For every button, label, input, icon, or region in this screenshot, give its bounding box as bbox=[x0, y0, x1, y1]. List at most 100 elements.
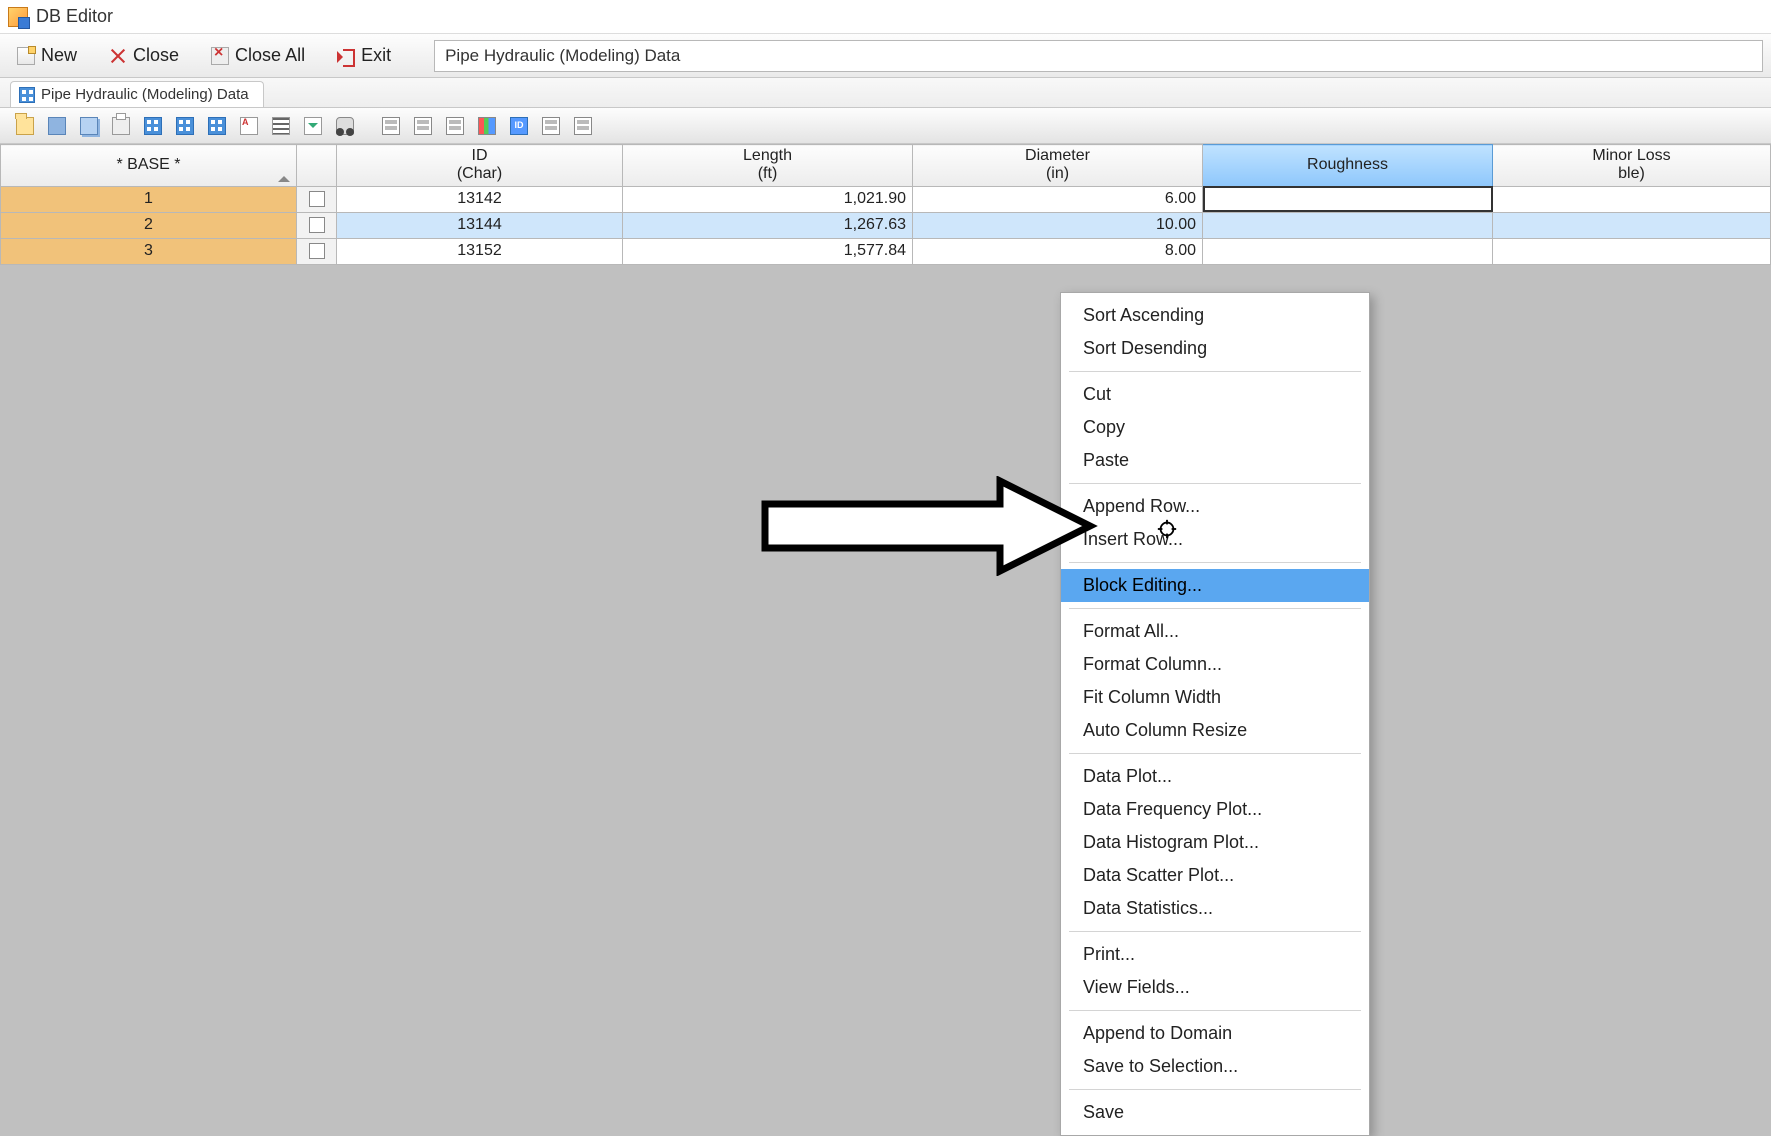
open-button[interactable] bbox=[12, 113, 38, 139]
sort-indicator-icon bbox=[278, 170, 290, 182]
cm-paste[interactable]: Paste bbox=[1061, 444, 1369, 477]
binoculars-icon bbox=[336, 117, 354, 135]
cell-minor-loss[interactable] bbox=[1493, 186, 1771, 212]
cell-diameter[interactable]: 6.00 bbox=[913, 186, 1203, 212]
cm-format-column[interactable]: Format Column... bbox=[1061, 648, 1369, 681]
table-button-5[interactable] bbox=[570, 113, 596, 139]
table-button-2[interactable] bbox=[410, 113, 436, 139]
col-header-diameter[interactable]: Diameter (in) bbox=[913, 145, 1203, 187]
cell-diameter[interactable]: 8.00 bbox=[913, 238, 1203, 264]
tab-strip: Pipe Hydraulic (Modeling) Data bbox=[0, 78, 1771, 108]
row-number[interactable]: 1 bbox=[1, 186, 297, 212]
cell-roughness[interactable] bbox=[1203, 212, 1493, 238]
down-arrow-icon bbox=[304, 117, 322, 135]
row-checkbox-cell[interactable] bbox=[297, 186, 337, 212]
new-button[interactable]: New bbox=[8, 40, 86, 71]
import-button[interactable] bbox=[300, 113, 326, 139]
cell-id[interactable]: 13144 bbox=[337, 212, 623, 238]
cm-data-plot[interactable]: Data Plot... bbox=[1061, 760, 1369, 793]
id-button[interactable] bbox=[506, 113, 532, 139]
cm-copy[interactable]: Copy bbox=[1061, 411, 1369, 444]
grid-button-1[interactable] bbox=[140, 113, 166, 139]
context-menu: Sort Ascending Sort Desending Cut Copy P… bbox=[1060, 292, 1370, 1136]
close-button[interactable]: Close bbox=[100, 40, 188, 71]
checkbox-header[interactable] bbox=[297, 145, 337, 187]
col-header-id[interactable]: ID (Char) bbox=[337, 145, 623, 187]
cm-separator bbox=[1069, 931, 1361, 932]
row-checkbox-cell[interactable] bbox=[297, 238, 337, 264]
exit-button[interactable]: Exit bbox=[328, 40, 400, 71]
checkbox-icon[interactable] bbox=[309, 243, 325, 259]
row-checkbox-cell[interactable] bbox=[297, 212, 337, 238]
cm-append-to-domain[interactable]: Append to Domain bbox=[1061, 1017, 1369, 1050]
cell-id[interactable]: 13142 bbox=[337, 186, 623, 212]
table-icon bbox=[382, 117, 400, 135]
table-button-1[interactable] bbox=[378, 113, 404, 139]
table-icon bbox=[414, 117, 432, 135]
checkbox-icon[interactable] bbox=[309, 191, 325, 207]
sort-az-icon bbox=[240, 117, 258, 135]
cm-separator bbox=[1069, 562, 1361, 563]
save-icon bbox=[48, 117, 66, 135]
cm-data-statistics[interactable]: Data Statistics... bbox=[1061, 892, 1369, 925]
cell-roughness-editing[interactable] bbox=[1203, 186, 1493, 212]
table-button-3[interactable] bbox=[442, 113, 468, 139]
cell-length[interactable]: 1,577.84 bbox=[623, 238, 913, 264]
annotation-arrow-icon bbox=[760, 476, 1100, 576]
cell-id[interactable]: 13152 bbox=[337, 238, 623, 264]
grid-button-3[interactable] bbox=[204, 113, 230, 139]
cm-auto-column-resize[interactable]: Auto Column Resize bbox=[1061, 714, 1369, 747]
col-header-roughness[interactable]: Roughness bbox=[1203, 145, 1493, 187]
cm-insert-row[interactable]: Insert Row... bbox=[1061, 523, 1369, 556]
cm-fit-column-width[interactable]: Fit Column Width bbox=[1061, 681, 1369, 714]
cm-data-histogram-plot[interactable]: Data Histogram Plot... bbox=[1061, 826, 1369, 859]
new-file-icon bbox=[17, 47, 35, 65]
cell-length[interactable]: 1,267.63 bbox=[623, 212, 913, 238]
table-row[interactable]: 2 13144 1,267.63 10.00 bbox=[1, 212, 1771, 238]
table-button-4[interactable] bbox=[538, 113, 564, 139]
app-icon bbox=[8, 7, 28, 27]
base-header[interactable]: * BASE * bbox=[1, 145, 297, 187]
cm-sort-ascending[interactable]: Sort Ascending bbox=[1061, 299, 1369, 332]
folder-open-icon bbox=[16, 117, 34, 135]
exit-icon bbox=[337, 47, 355, 65]
row-number[interactable]: 2 bbox=[1, 212, 297, 238]
find-button[interactable] bbox=[332, 113, 358, 139]
dataset-selector[interactable]: Pipe Hydraulic (Modeling) Data bbox=[434, 40, 1763, 72]
close-all-button[interactable]: Close All bbox=[202, 40, 314, 71]
cm-cut[interactable]: Cut bbox=[1061, 378, 1369, 411]
cm-block-editing[interactable]: Block Editing... bbox=[1061, 569, 1369, 602]
dataset-selector-value: Pipe Hydraulic (Modeling) Data bbox=[445, 46, 680, 66]
col-header-id-l1: ID bbox=[472, 147, 488, 164]
chart-button[interactable] bbox=[474, 113, 500, 139]
save-as-button[interactable] bbox=[76, 113, 102, 139]
print-button[interactable] bbox=[108, 113, 134, 139]
cell-diameter[interactable]: 10.00 bbox=[913, 212, 1203, 238]
tab-pipe-hydraulic[interactable]: Pipe Hydraulic (Modeling) Data bbox=[10, 81, 264, 107]
checkbox-icon[interactable] bbox=[309, 217, 325, 233]
cell-roughness[interactable] bbox=[1203, 238, 1493, 264]
table-row[interactable]: 3 13152 1,577.84 8.00 bbox=[1, 238, 1771, 264]
row-number[interactable]: 3 bbox=[1, 238, 297, 264]
cm-append-row[interactable]: Append Row... bbox=[1061, 490, 1369, 523]
grid-button-2[interactable] bbox=[172, 113, 198, 139]
lines-button[interactable] bbox=[268, 113, 294, 139]
cell-minor-loss[interactable] bbox=[1493, 238, 1771, 264]
col-header-minor-loss[interactable]: Minor Loss ble) bbox=[1493, 145, 1771, 187]
col-header-length[interactable]: Length (ft) bbox=[623, 145, 913, 187]
cell-minor-loss[interactable] bbox=[1493, 212, 1771, 238]
data-grid[interactable]: * BASE * ID (Char) Length (ft) Diameter … bbox=[0, 144, 1771, 265]
sort-az-button[interactable] bbox=[236, 113, 262, 139]
table-row[interactable]: 1 13142 1,021.90 6.00 bbox=[1, 186, 1771, 212]
cm-view-fields[interactable]: View Fields... bbox=[1061, 971, 1369, 1004]
cm-print[interactable]: Print... bbox=[1061, 938, 1369, 971]
cell-length[interactable]: 1,021.90 bbox=[623, 186, 913, 212]
cm-data-scatter-plot[interactable]: Data Scatter Plot... bbox=[1061, 859, 1369, 892]
grid-icon bbox=[144, 117, 162, 135]
cm-sort-descending[interactable]: Sort Desending bbox=[1061, 332, 1369, 365]
save-button[interactable] bbox=[44, 113, 70, 139]
cm-format-all[interactable]: Format All... bbox=[1061, 615, 1369, 648]
col-header-minor-loss-l1: Minor Loss bbox=[1592, 147, 1670, 164]
cm-data-frequency-plot[interactable]: Data Frequency Plot... bbox=[1061, 793, 1369, 826]
cm-save[interactable]: Save bbox=[1061, 1096, 1369, 1129]
